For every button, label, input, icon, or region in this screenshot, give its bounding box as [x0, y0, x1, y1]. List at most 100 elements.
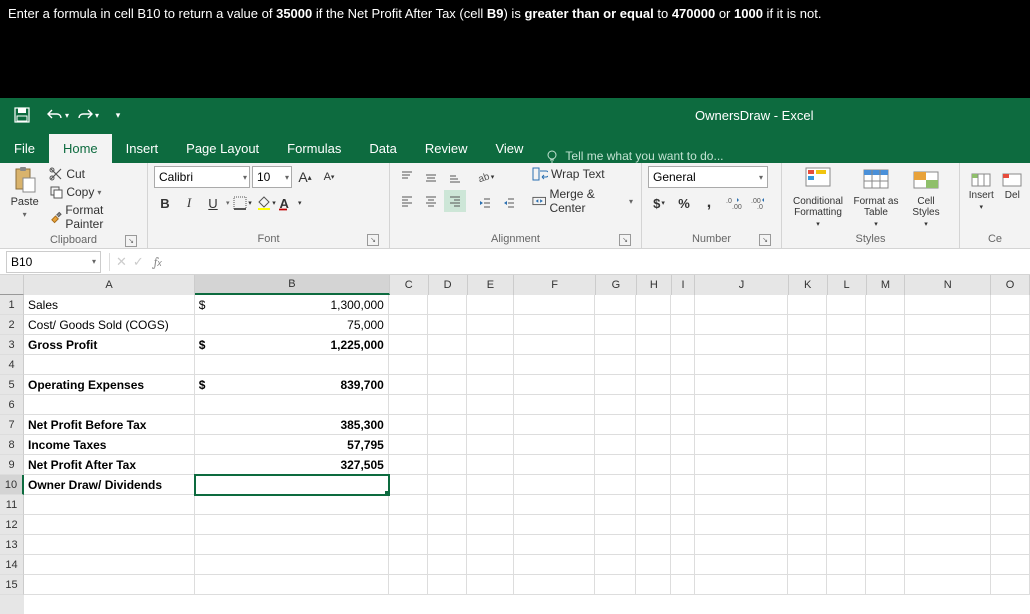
cell-G6[interactable] [595, 395, 636, 415]
cell-E10[interactable] [467, 475, 514, 495]
cell-D12[interactable] [428, 515, 467, 535]
cell-L14[interactable] [827, 555, 866, 575]
cell-G15[interactable] [595, 575, 636, 595]
cell-L7[interactable] [827, 415, 866, 435]
cell-O5[interactable] [991, 375, 1030, 395]
cell-K14[interactable] [788, 555, 827, 575]
cell-I15[interactable] [671, 575, 695, 595]
cell-K10[interactable] [788, 475, 827, 495]
cell-B2[interactable]: 75,000 [195, 315, 389, 335]
cell-F9[interactable] [514, 455, 596, 475]
format-painter-button[interactable]: Format Painter [47, 202, 141, 232]
cell-O15[interactable] [991, 575, 1030, 595]
row-header-5[interactable]: 5 [0, 375, 24, 395]
grow-font-button[interactable]: A▴ [294, 166, 316, 188]
cell-F12[interactable] [514, 515, 596, 535]
paste-button[interactable]: Paste▾ [6, 166, 43, 219]
cell-L2[interactable] [827, 315, 866, 335]
underline-button[interactable]: U [202, 192, 224, 214]
cell-A13[interactable] [24, 535, 195, 555]
cell-J7[interactable] [695, 415, 788, 435]
cell-O14[interactable] [991, 555, 1030, 575]
column-header-H[interactable]: H [637, 275, 672, 295]
cell-L15[interactable] [827, 575, 866, 595]
cell-I7[interactable] [671, 415, 695, 435]
cell-I8[interactable] [671, 435, 695, 455]
cell-B6[interactable] [195, 395, 389, 415]
cell-B9[interactable]: 327,505 [195, 455, 389, 475]
cell-N15[interactable] [905, 575, 991, 595]
cell-M15[interactable] [866, 575, 905, 595]
cell-F11[interactable] [514, 495, 596, 515]
column-header-E[interactable]: E [468, 275, 515, 295]
cell-A14[interactable] [24, 555, 195, 575]
cell-A7[interactable]: Net Profit Before Tax [24, 415, 195, 435]
tab-data[interactable]: Data [355, 134, 410, 163]
cell-H6[interactable] [636, 395, 671, 415]
cell-C6[interactable] [389, 395, 428, 415]
cell-J9[interactable] [695, 455, 788, 475]
cell-A15[interactable] [24, 575, 195, 595]
cell-J3[interactable] [695, 335, 788, 355]
row-header-11[interactable]: 11 [0, 495, 24, 515]
cell-O2[interactable] [991, 315, 1030, 335]
cell-D15[interactable] [428, 575, 467, 595]
cell-I13[interactable] [671, 535, 695, 555]
increase-decimal-button[interactable]: .0.00 [723, 192, 745, 214]
cell-E12[interactable] [467, 515, 514, 535]
cell-G10[interactable] [595, 475, 636, 495]
cell-C7[interactable] [389, 415, 428, 435]
row-header-6[interactable]: 6 [0, 395, 24, 415]
cell-A2[interactable]: Cost/ Goods Sold (COGS) [24, 315, 195, 335]
align-middle-button[interactable] [420, 166, 442, 188]
cell-I3[interactable] [671, 335, 695, 355]
save-icon[interactable] [8, 101, 36, 129]
column-header-O[interactable]: O [991, 275, 1030, 295]
cell-O9[interactable] [991, 455, 1030, 475]
cell-J4[interactable] [695, 355, 788, 375]
column-header-C[interactable]: C [390, 275, 429, 295]
cell-G8[interactable] [595, 435, 636, 455]
cell-D13[interactable] [428, 535, 467, 555]
column-header-F[interactable]: F [514, 275, 596, 295]
cell-J14[interactable] [695, 555, 788, 575]
cell-A6[interactable] [24, 395, 195, 415]
column-header-J[interactable]: J [695, 275, 788, 295]
cell-D8[interactable] [428, 435, 467, 455]
tab-file[interactable]: File [0, 134, 49, 163]
cell-A5[interactable]: Operating Expenses [24, 375, 195, 395]
accounting-format-button[interactable]: $▾ [648, 192, 670, 214]
font-size-combo[interactable]: 10▾ [252, 166, 292, 188]
row-header-1[interactable]: 1 [0, 295, 24, 315]
cell-H13[interactable] [636, 535, 671, 555]
cell-N5[interactable] [905, 375, 991, 395]
cell-J6[interactable] [695, 395, 788, 415]
cell-N9[interactable] [905, 455, 991, 475]
cell-E1[interactable] [467, 295, 514, 315]
align-left-button[interactable] [396, 190, 418, 212]
cell-M6[interactable] [866, 395, 905, 415]
cell-K12[interactable] [788, 515, 827, 535]
cell-D5[interactable] [428, 375, 467, 395]
cell-J8[interactable] [695, 435, 788, 455]
cell-L11[interactable] [827, 495, 866, 515]
cell-H5[interactable] [636, 375, 671, 395]
row-header-14[interactable]: 14 [0, 555, 24, 575]
row-header-2[interactable]: 2 [0, 315, 24, 335]
cell-C9[interactable] [389, 455, 428, 475]
cell-G9[interactable] [595, 455, 636, 475]
cell-L8[interactable] [827, 435, 866, 455]
cell-K5[interactable] [788, 375, 827, 395]
column-header-A[interactable]: A [24, 275, 195, 295]
cell-N7[interactable] [905, 415, 991, 435]
cell-D9[interactable] [428, 455, 467, 475]
cell-M2[interactable] [866, 315, 905, 335]
tab-page-layout[interactable]: Page Layout [172, 134, 273, 163]
delete-cells-button[interactable]: Del [1001, 166, 1024, 201]
cell-J12[interactable] [695, 515, 788, 535]
cell-D4[interactable] [428, 355, 467, 375]
cell-I2[interactable] [671, 315, 695, 335]
cell-G14[interactable] [595, 555, 636, 575]
cell-H7[interactable] [636, 415, 671, 435]
cell-E11[interactable] [467, 495, 514, 515]
